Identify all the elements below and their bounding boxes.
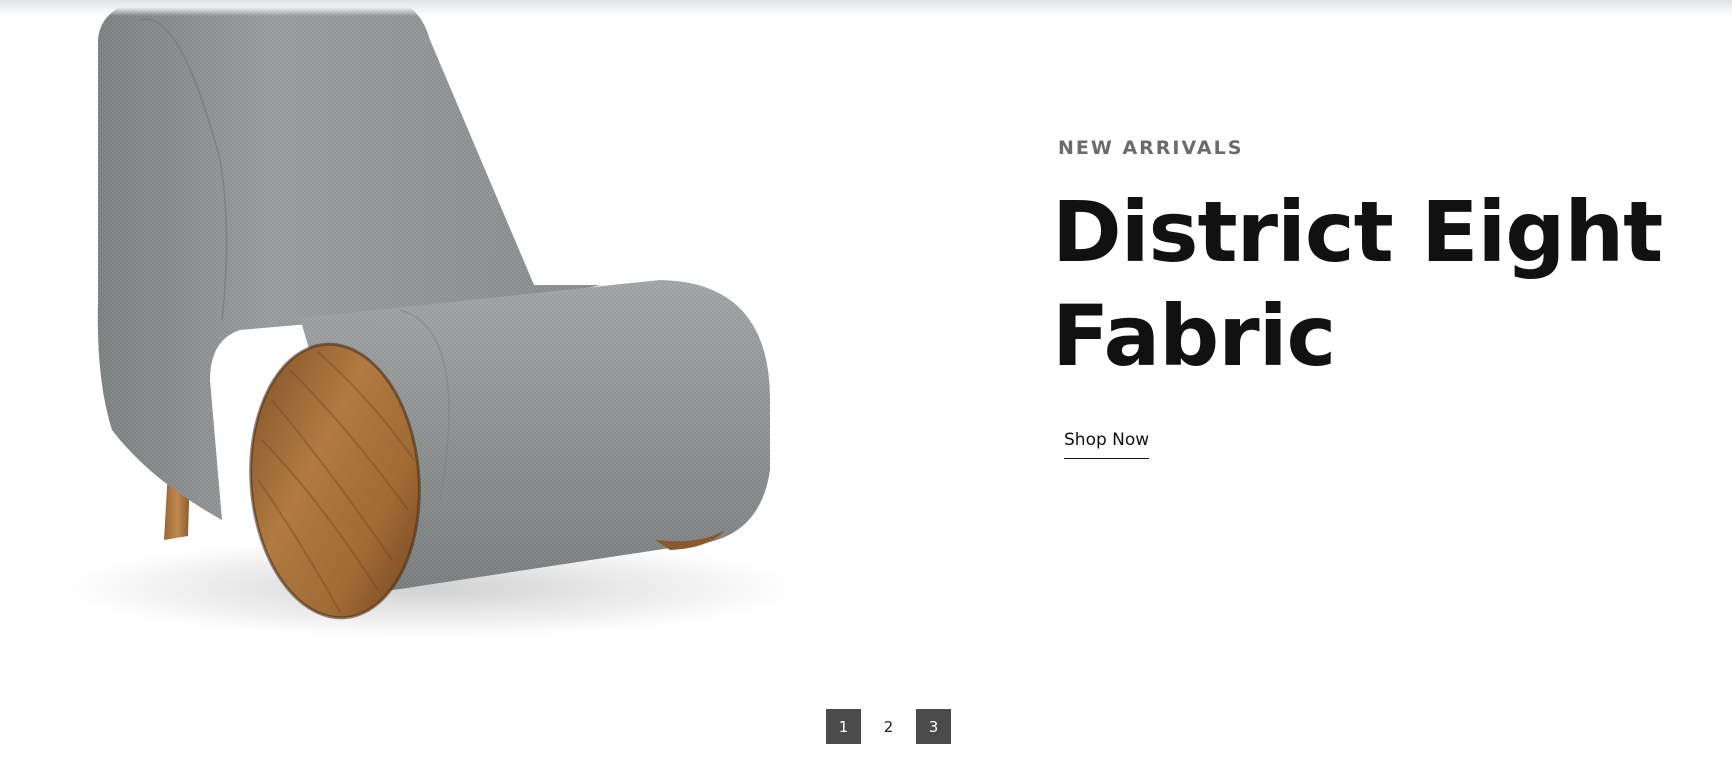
chair-product-image[interactable] bbox=[0, 0, 820, 690]
hero-title: District Eight Fabric bbox=[1052, 180, 1692, 388]
header-shadow bbox=[0, 0, 1732, 16]
page-button-2[interactable]: 2 bbox=[871, 709, 906, 744]
hero-title-line-1: District Eight bbox=[1052, 183, 1663, 281]
page-button-3[interactable]: 3 bbox=[916, 709, 951, 744]
slider-pagination: 1 2 3 bbox=[826, 709, 951, 745]
page-button-1[interactable]: 1 bbox=[826, 709, 861, 744]
hero-text-block: NEW ARRIVALS District Eight Fabric Shop … bbox=[1052, 136, 1692, 459]
hero-slider: NEW ARRIVALS District Eight Fabric Shop … bbox=[0, 0, 1732, 761]
lounge-chair-icon bbox=[60, 0, 800, 638]
shop-now-link[interactable]: Shop Now bbox=[1064, 430, 1150, 459]
eyebrow-label: NEW ARRIVALS bbox=[1058, 137, 1244, 159]
hero-title-line-2: Fabric bbox=[1052, 287, 1336, 385]
